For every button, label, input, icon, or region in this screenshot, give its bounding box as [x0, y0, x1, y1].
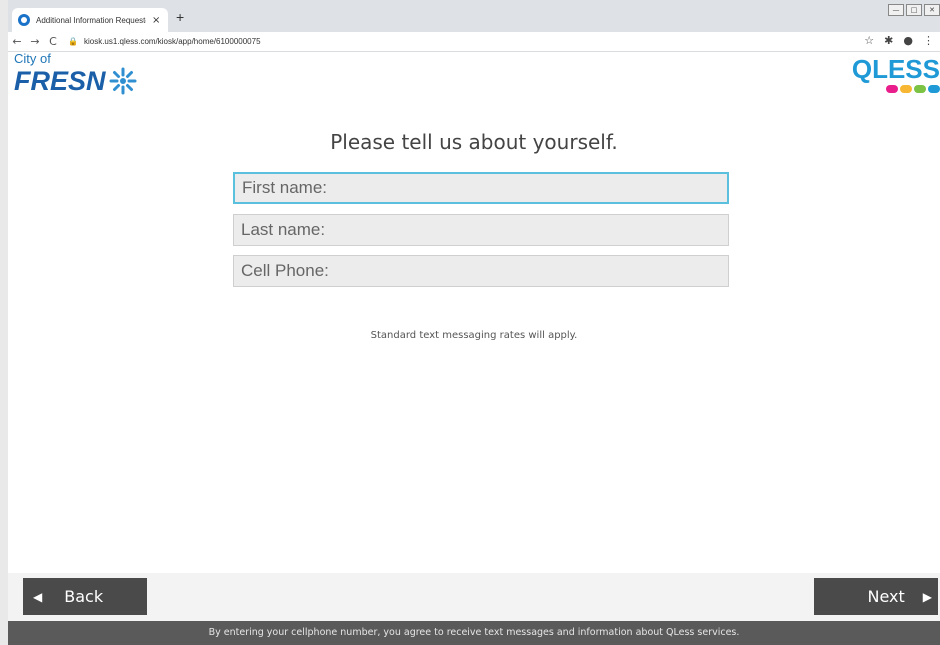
new-tab-button[interactable]: + — [176, 9, 184, 25]
browser-window: Additional Information Requeste × + — □ … — [0, 0, 940, 645]
url-text[interactable]: kiosk.us1.qless.com/kiosk/app/home/61000… — [84, 37, 261, 46]
tab-strip: Additional Information Requeste × + — □ … — [8, 0, 940, 32]
browser-tab[interactable]: Additional Information Requeste × — [12, 8, 168, 32]
qless-dot-blue — [928, 85, 940, 93]
first-name-input[interactable] — [233, 172, 729, 204]
fresno-text: FRESN — [14, 66, 106, 96]
toolbar-right: ☆ ✱ ● ⋮ — [864, 34, 934, 47]
back-button[interactable]: ◀ Back — [23, 578, 147, 615]
next-button-label: Next — [867, 587, 905, 606]
qless-logo: QLESS — [852, 55, 940, 93]
close-window-button[interactable]: ✕ — [924, 4, 940, 16]
window-controls: — □ ✕ — [888, 4, 940, 16]
maximize-button[interactable]: □ — [906, 4, 922, 16]
last-name-input[interactable] — [233, 214, 729, 246]
consent-footer: By entering your cellphone number, you a… — [8, 621, 940, 645]
back-button-label: Back — [64, 587, 104, 606]
bottom-nav-bar: ◀ Back Next ▶ — [8, 573, 940, 621]
city-of-text: City of — [14, 51, 51, 66]
cell-phone-input[interactable] — [233, 255, 729, 287]
browser-toolbar: ← → C 🔒 kiosk.us1.qless.com/kiosk/app/ho… — [8, 32, 940, 52]
qless-dot-green — [914, 85, 926, 93]
sunburst-icon — [109, 67, 137, 95]
lock-icon: 🔒 — [68, 37, 78, 46]
menu-icon[interactable]: ⋮ — [923, 34, 934, 47]
messaging-rates-note: Standard text messaging rates will apply… — [370, 330, 578, 341]
next-button[interactable]: Next ▶ — [814, 578, 938, 615]
address-bar[interactable]: 🔒 kiosk.us1.qless.com/kiosk/app/home/610… — [68, 34, 261, 50]
fresno-wordmark: FRESN — [14, 66, 138, 96]
extensions-icon[interactable]: ✱ — [884, 34, 893, 47]
tab-close-icon[interactable]: × — [152, 15, 160, 26]
bookmark-star-icon[interactable]: ☆ — [864, 34, 874, 47]
page-title: Please tell us about yourself. — [330, 130, 618, 154]
forward-arrow-icon[interactable]: → — [26, 35, 44, 48]
back-triangle-icon: ◀ — [33, 589, 43, 604]
qless-favicon-icon — [18, 14, 30, 26]
reload-icon[interactable]: C — [44, 35, 62, 48]
qless-dots — [852, 85, 940, 93]
qless-dot-yellow — [900, 85, 912, 93]
profile-icon[interactable]: ● — [903, 34, 913, 47]
qless-wordmark: QLESS — [851, 54, 940, 84]
qless-dot-pink — [886, 85, 898, 93]
back-arrow-icon[interactable]: ← — [8, 35, 26, 48]
tab-title: Additional Information Requeste — [36, 15, 146, 25]
minimize-button[interactable]: — — [888, 4, 904, 16]
city-of-fresno-logo: City of FRESN — [14, 52, 138, 96]
next-triangle-icon: ▶ — [922, 589, 932, 604]
